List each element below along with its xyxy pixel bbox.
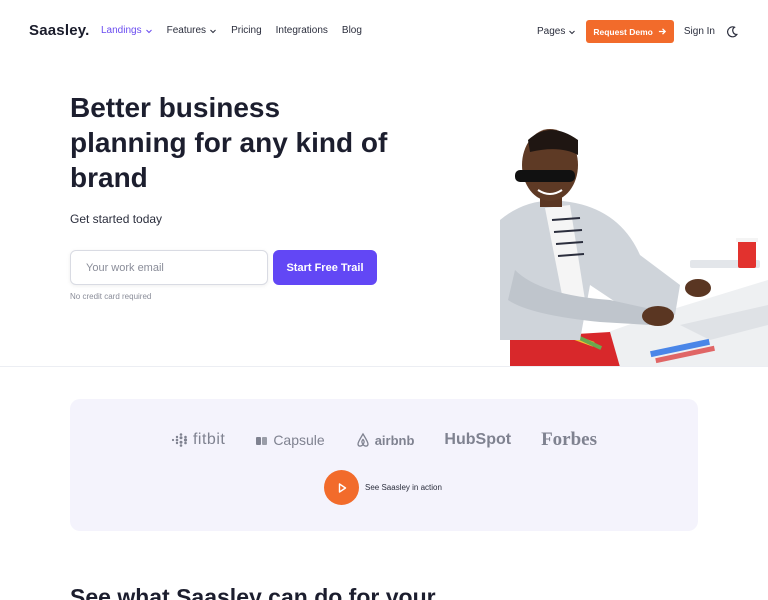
airbnb-icon bbox=[357, 432, 369, 447]
work-email-input[interactable] bbox=[70, 250, 268, 285]
airbnb-logo: airbnb bbox=[355, 432, 415, 448]
fitbit-dots-icon bbox=[171, 433, 188, 447]
play-button[interactable] bbox=[324, 470, 359, 505]
nav-features[interactable]: Features bbox=[167, 25, 217, 36]
chevron-down-icon bbox=[145, 29, 152, 33]
nav-landings[interactable]: Landings bbox=[101, 25, 153, 36]
hero-photo bbox=[470, 110, 768, 367]
hero-title: Better business planning for any kind of… bbox=[70, 92, 388, 193]
man-at-desk-illustration bbox=[500, 129, 768, 367]
features-section-heading: See what Saasley can do for your bbox=[70, 584, 436, 600]
capsule-icon bbox=[256, 437, 268, 445]
request-demo-label: Request Demo bbox=[593, 26, 653, 37]
hubspot-logo: HubSpot bbox=[444, 431, 512, 448]
play-icon bbox=[338, 482, 346, 493]
brand-logo[interactable]: Saasley. bbox=[29, 22, 90, 39]
nav-pages[interactable]: Pages bbox=[537, 26, 576, 37]
trusted-by-panel: fitbit Capsule airbnb HubSpot Forbes See… bbox=[70, 399, 698, 531]
video-cta-label: See Saasley in action bbox=[365, 483, 442, 492]
nav-blog[interactable]: Blog bbox=[342, 25, 362, 36]
forbes-logo: Forbes bbox=[541, 429, 598, 450]
fitbit-wordmark: fitbit bbox=[192, 431, 226, 448]
fitbit-logo: fitbit bbox=[171, 431, 225, 449]
nav-features-label: Features bbox=[166, 25, 207, 36]
nav-landings-label: Landings bbox=[101, 25, 142, 36]
video-cta[interactable]: See Saasley in action bbox=[324, 470, 442, 505]
hero-subtitle: Get started today bbox=[70, 212, 163, 226]
arrow-right-icon bbox=[658, 28, 666, 35]
main-menu: Landings Features Pricing Integrations B… bbox=[101, 25, 362, 36]
top-navigation: Saasley. Landings Features Pricing Integ… bbox=[0, 0, 768, 62]
sign-in-link[interactable]: Sign In bbox=[684, 26, 715, 37]
chevron-down-icon bbox=[210, 29, 216, 33]
capsule-logo: Capsule bbox=[255, 432, 325, 448]
no-credit-card-note: No credit card required bbox=[70, 292, 152, 301]
moon-icon[interactable] bbox=[725, 25, 739, 39]
nav-integrations[interactable]: Integrations bbox=[276, 25, 328, 36]
request-demo-button[interactable]: Request Demo bbox=[586, 20, 674, 43]
nav-pricing[interactable]: Pricing bbox=[231, 25, 262, 36]
start-free-trial-button[interactable]: Start Free Trail bbox=[273, 250, 377, 285]
chevron-down-icon bbox=[569, 30, 576, 34]
client-logos: fitbit Capsule airbnb HubSpot Forbes bbox=[70, 429, 698, 451]
section-divider bbox=[0, 366, 768, 367]
airbnb-wordmark: airbnb bbox=[374, 432, 415, 448]
capsule-wordmark: Capsule bbox=[273, 432, 325, 448]
nav-pages-label: Pages bbox=[536, 26, 566, 37]
nav-actions: Pages Request Demo Sign In bbox=[537, 20, 739, 43]
